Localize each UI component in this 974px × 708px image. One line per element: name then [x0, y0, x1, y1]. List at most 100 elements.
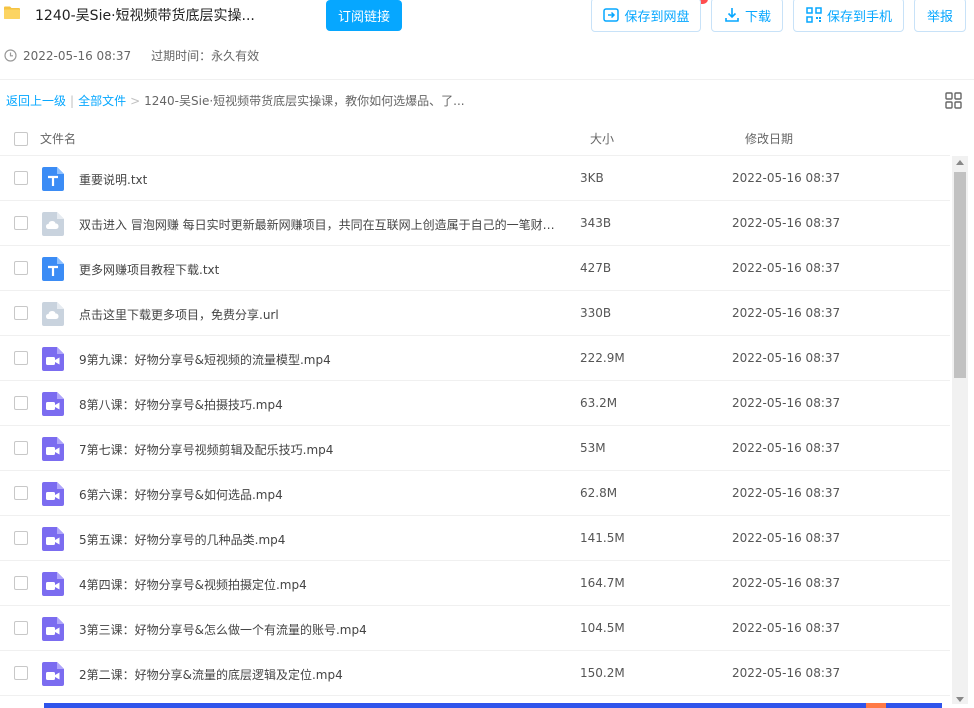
share-date: 2022-05-16 08:37: [23, 48, 132, 63]
video-file-icon: [42, 392, 64, 416]
vertical-scrollbar[interactable]: [952, 156, 968, 704]
file-size: 141.5M: [580, 531, 625, 545]
file-row-checkbox[interactable]: [14, 216, 28, 230]
file-modified-date: 2022-05-16 08:37: [732, 216, 841, 230]
expire-text: 过期时间：永久有效: [151, 49, 260, 63]
file-name[interactable]: 重要说明.txt: [79, 171, 147, 188]
file-row[interactable]: 4第四课：好物分享号&视频拍摄定位.mp4 164.7M 2022-05-16 08…: [0, 561, 950, 606]
file-modified-date: 2022-05-16 08:37: [732, 666, 841, 680]
column-header-name[interactable]: 文件名: [40, 130, 76, 147]
file-modified-date: 2022-05-16 08:37: [732, 351, 841, 365]
file-row[interactable]: 2第二课：好物分享&流量的底层逻辑及定位.mp4 150.2M 2022-05-16…: [0, 651, 950, 696]
file-row[interactable]: 重要说明.txt 3KB 2022-05-16 08:37: [0, 156, 950, 201]
file-name[interactable]: 4第四课：好物分享号&视频拍摄定位.mp4: [79, 576, 307, 593]
file-name[interactable]: 5第五课：好物分享号的几种品类.mp4: [79, 531, 285, 548]
file-row-checkbox[interactable]: [14, 441, 28, 455]
file-modified-date: 2022-05-16 08:37: [732, 306, 841, 320]
qr-code-icon: [806, 7, 822, 23]
grid-view-icon[interactable]: [945, 92, 962, 109]
file-size: 150.2M: [580, 666, 625, 680]
file-row[interactable]: 5第五课：好物分享号的几种品类.mp4 141.5M 2022-05-16 08:3…: [0, 516, 950, 561]
video-file-icon: [42, 482, 64, 506]
file-row-checkbox[interactable]: [14, 171, 28, 185]
file-size: 62.8M: [580, 486, 618, 500]
file-row[interactable]: 3第三课：好物分享号&怎么做一个有流量的账号.mp4 104.5M 2022-05-…: [0, 606, 950, 651]
file-name[interactable]: 6第六课：好物分享号&如何选品.mp4: [79, 486, 283, 503]
share-title: 1240-吴Sie·短视频带货底层实操...: [35, 8, 255, 24]
file-name[interactable]: 3第三课：好物分享号&怎么做一个有流量的账号.mp4: [79, 621, 367, 638]
save-to-netdisk-label: 保存到网盘: [624, 9, 690, 25]
subscribe-link-button[interactable]: 订阅链接: [326, 0, 402, 31]
txt-file-icon: [42, 257, 64, 281]
file-modified-date: 2022-05-16 08:37: [732, 486, 841, 500]
url-file-icon: [42, 212, 64, 236]
file-row-checkbox[interactable]: [14, 351, 28, 365]
bottom-banner-strip: [44, 703, 942, 708]
file-name[interactable]: 7第七课：好物分享号视频剪辑及配乐技巧.mp4: [79, 441, 333, 458]
file-row[interactable]: 8第八课：好物分享号&拍摄技巧.mp4 63.2M 2022-05-16 08:37: [0, 381, 950, 426]
file-size: 53M: [580, 441, 606, 455]
bottom-banner-accent: [866, 703, 886, 708]
file-table-header: 文件名 大小 修改日期: [0, 120, 950, 156]
file-name[interactable]: 8第八课：好物分享号&拍摄技巧.mp4: [79, 396, 283, 413]
video-file-icon: [42, 617, 64, 641]
breadcrumb-current-folder: 1240-吴Sie·短视频带货底层实操课，教你如何选爆品、了...: [144, 94, 465, 108]
file-row-checkbox[interactable]: [14, 531, 28, 545]
scroll-up-arrow-icon[interactable]: [956, 160, 964, 165]
file-name[interactable]: 9第九课：好物分享号&短视频的流量模型.mp4: [79, 351, 331, 368]
file-modified-date: 2022-05-16 08:37: [732, 531, 841, 545]
file-name[interactable]: 2第二课：好物分享&流量的底层逻辑及定位.mp4: [79, 666, 343, 683]
file-name[interactable]: 更多网赚项目教程下载.txt: [79, 261, 219, 278]
file-row-checkbox[interactable]: [14, 306, 28, 320]
breadcrumb: 返回上一级 | 全部文件 > 1240-吴Sie·短视频带货底层实操课，教你如何…: [6, 92, 465, 109]
url-file-icon: [42, 302, 64, 326]
share-header: 1240-吴Sie·短视频带货底层实操... 订阅链接 保存到网盘 下载 保存到…: [0, 0, 974, 80]
file-row[interactable]: 6第六课：好物分享号&如何选品.mp4 62.8M 2022-05-16 08:37: [0, 471, 950, 516]
file-row-checkbox[interactable]: [14, 486, 28, 500]
scroll-down-arrow-icon[interactable]: [956, 697, 964, 702]
clock-icon: [4, 49, 17, 62]
column-header-date[interactable]: 修改日期: [745, 130, 793, 147]
file-size: 222.9M: [580, 351, 625, 365]
file-row[interactable]: 9第九课：好物分享号&短视频的流量模型.mp4 222.9M 2022-05-16 …: [0, 336, 950, 381]
save-to-phone-button[interactable]: 保存到手机: [793, 0, 904, 32]
report-button[interactable]: 举报: [914, 0, 966, 32]
file-size: 63.2M: [580, 396, 618, 410]
save-to-netdisk-button[interactable]: 保存到网盘: [591, 0, 701, 32]
download-label: 下载: [744, 9, 771, 25]
file-modified-date: 2022-05-16 08:37: [732, 441, 841, 455]
file-name[interactable]: 双击进入 冒泡网赚 每日实时更新最新网赚项目，共同在互联网上创造属于自己的一笔财…: [79, 216, 559, 233]
file-row-checkbox[interactable]: [14, 621, 28, 635]
breadcrumb-all-files-link[interactable]: 全部文件: [78, 92, 126, 109]
folder-icon: [4, 6, 20, 19]
video-file-icon: [42, 527, 64, 551]
select-all-checkbox[interactable]: [14, 132, 28, 146]
file-row[interactable]: 双击进入 冒泡网赚 每日实时更新最新网赚项目，共同在互联网上创造属于自己的一笔财…: [0, 201, 950, 246]
video-file-icon: [42, 662, 64, 686]
file-size: 343B: [580, 216, 612, 230]
txt-file-icon: [42, 167, 64, 191]
file-modified-date: 2022-05-16 08:37: [732, 621, 841, 635]
download-button[interactable]: 下载: [711, 0, 783, 32]
file-size: 3KB: [580, 171, 604, 185]
file-list: 重要说明.txt 3KB 2022-05-16 08:37 双击进入 冒泡网赚 每日实…: [0, 156, 950, 696]
file-modified-date: 2022-05-16 08:37: [732, 396, 841, 410]
file-row-checkbox[interactable]: [14, 261, 28, 275]
file-row[interactable]: 更多网赚项目教程下载.txt 427B 2022-05-16 08:37: [0, 246, 950, 291]
column-header-size[interactable]: 大小: [590, 130, 614, 147]
download-icon: [725, 8, 739, 22]
scrollbar-thumb[interactable]: [954, 172, 966, 378]
file-row-checkbox[interactable]: [14, 666, 28, 680]
file-row[interactable]: 7第七课：好物分享号视频剪辑及配乐技巧.mp4 53M 2022-05-16 08:…: [0, 426, 950, 471]
file-row-checkbox[interactable]: [14, 576, 28, 590]
file-row[interactable]: 点击这里下载更多项目，免费分享.url 330B 2022-05-16 08:37: [0, 291, 950, 336]
file-row-checkbox[interactable]: [14, 396, 28, 410]
video-file-icon: [42, 572, 64, 596]
breadcrumb-chevron-icon: >: [130, 93, 141, 108]
breadcrumb-back-link[interactable]: 返回上一级: [6, 92, 66, 109]
save-to-phone-label: 保存到手机: [826, 9, 892, 25]
file-name[interactable]: 点击这里下载更多项目，免费分享.url: [79, 306, 279, 323]
save-to-disk-icon: [603, 8, 620, 22]
file-modified-date: 2022-05-16 08:37: [732, 261, 841, 275]
file-size: 104.5M: [580, 621, 625, 635]
